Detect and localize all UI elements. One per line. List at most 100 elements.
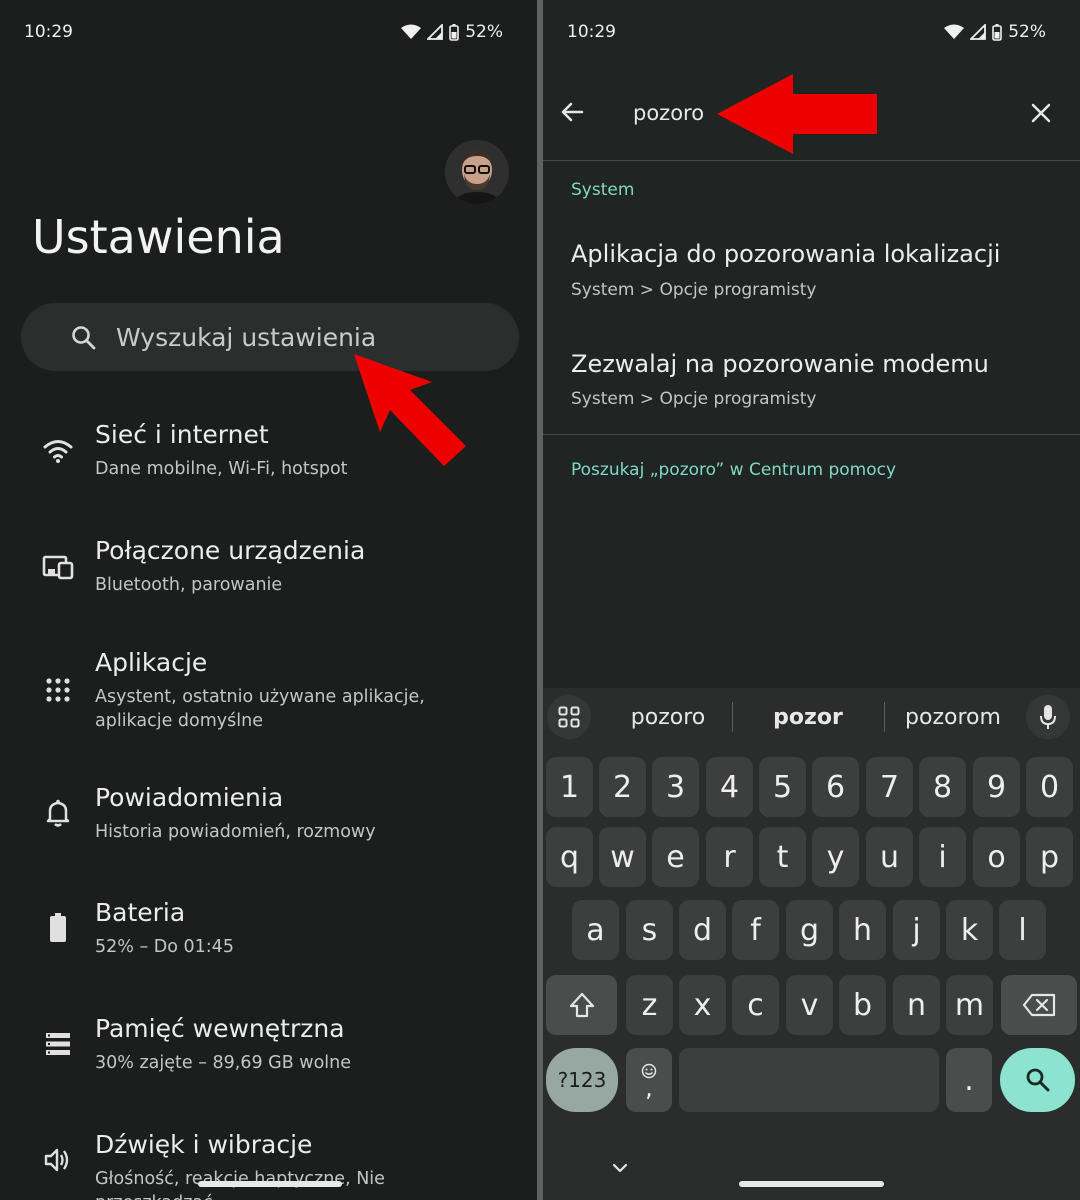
key-2[interactable]: 2 [599,757,646,817]
key-u[interactable]: u [866,827,913,887]
settings-item-subtitle: 52% – Do 01:45 [95,937,234,957]
settings-item-subtitle: Bluetooth, parowanie [95,575,283,595]
status-time: 10:29 [567,22,616,42]
key-a[interactable]: a [572,900,619,960]
settings-item-storage[interactable]: Pamięć wewnętrzna 30% zajęte – 89,69 GB … [0,1014,537,1124]
result-path: System > Opcje programisty [571,280,817,300]
search-icon [1026,1068,1049,1092]
settings-item-subtitle: 30% zajęte – 89,69 GB wolne [95,1053,352,1073]
bell-icon [42,797,74,829]
search-results-screen: 10:29 52% pozoro System Aplikacja do poz… [543,0,1080,1200]
search-query-input[interactable]: pozoro [633,101,704,125]
key-6[interactable]: 6 [812,757,859,817]
backspace-icon [1022,993,1056,1017]
signal-icon [427,24,444,40]
wifi-status-icon [401,24,422,39]
key-y[interactable]: y [812,827,859,887]
signal-icon [970,24,987,40]
key-8[interactable]: 8 [919,757,966,817]
key-v[interactable]: v [786,975,833,1035]
suggestion-chip[interactable]: pozor [743,688,873,746]
result-path: System > Opcje programisty [571,389,817,409]
battery-percent: 52% [465,22,503,42]
result-title: Aplikacja do pozorowania lokalizacji [571,240,1001,268]
search-icon [72,326,96,350]
key-t[interactable]: t [759,827,806,887]
wifi-icon [42,435,74,467]
key-4[interactable]: 4 [706,757,753,817]
chevron-down-icon[interactable] [612,1162,628,1174]
key-1[interactable]: 1 [546,757,593,817]
battery-percent: 52% [1008,22,1046,42]
battery-icon [42,912,74,944]
red-arrow-annotation [354,354,466,466]
gesture-nav-bar[interactable] [198,1181,342,1187]
search-action-key[interactable] [1000,1048,1075,1112]
settings-item-title: Powiadomienia [95,783,284,812]
storage-icon [42,1028,74,1060]
key-r[interactable]: r [706,827,753,887]
key-w[interactable]: w [599,827,646,887]
spacebar-key[interactable] [679,1048,939,1112]
key-0[interactable]: 0 [1026,757,1073,817]
settings-item-notifications[interactable]: Powiadomienia Historia powiadomień, rozm… [0,783,537,893]
settings-item-sound[interactable]: Dźwięk i wibracje Głośność, reakcje hapt… [0,1130,537,1200]
suggestion-chip[interactable]: pozoro [603,688,733,746]
key-o[interactable]: o [973,827,1020,887]
suggestion-chip[interactable]: pozorom [888,688,1018,746]
divider [543,434,1080,435]
key-x[interactable]: x [679,975,726,1035]
battery-status-icon [992,23,1003,41]
period-key[interactable]: . [946,1048,992,1112]
key-d[interactable]: d [679,900,726,960]
comma-label: , [645,1074,653,1102]
suggestion-separator [732,702,733,732]
key-i[interactable]: i [919,827,966,887]
key-e[interactable]: e [652,827,699,887]
status-icons: 52% [944,22,1046,42]
key-9[interactable]: 9 [973,757,1020,817]
gesture-nav-bar[interactable] [739,1181,884,1187]
settings-item-subtitle: Asystent, ostatnio używane aplikacje, ap… [95,687,425,731]
keyboard-menu-grid-icon[interactable] [547,695,591,739]
key-h[interactable]: h [839,900,886,960]
status-icons: 52% [401,22,503,42]
suggestion-separator [884,702,885,732]
key-l[interactable]: l [999,900,1046,960]
key-n[interactable]: n [893,975,940,1035]
back-arrow-icon[interactable] [560,100,584,124]
result-title: Zezwalaj na pozorowanie modemu [571,350,989,378]
key-c[interactable]: c [732,975,779,1035]
symbols-key[interactable]: ?123 [546,1048,618,1112]
settings-item-title: Dźwięk i wibracje [95,1130,313,1159]
results-section-header: System [571,180,635,200]
key-k[interactable]: k [946,900,993,960]
settings-item-connected-devices[interactable]: Połączone urządzenia Bluetooth, parowani… [0,536,537,646]
key-j[interactable]: j [893,900,940,960]
wifi-status-icon [944,24,965,39]
key-f[interactable]: f [732,900,779,960]
key-b[interactable]: b [839,975,886,1035]
settings-item-apps[interactable]: Aplikacje Asystent, ostatnio używane apl… [0,648,537,758]
battery-status-icon [449,23,460,41]
status-time: 10:29 [24,22,73,42]
key-g[interactable]: g [786,900,833,960]
settings-item-title: Aplikacje [95,648,208,677]
emoji-comma-key[interactable]: , [626,1048,672,1112]
close-icon[interactable] [1031,103,1051,123]
backspace-key[interactable] [1001,975,1077,1035]
key-3[interactable]: 3 [652,757,699,817]
settings-item-battery[interactable]: Bateria 52% – Do 01:45 [0,898,537,1008]
key-5[interactable]: 5 [759,757,806,817]
key-q[interactable]: q [546,827,593,887]
key-z[interactable]: z [626,975,673,1035]
help-center-link[interactable]: Poszukaj „pozoro” w Centrum pomocy [571,460,896,480]
microphone-icon[interactable] [1026,695,1070,739]
key-p[interactable]: p [1026,827,1073,887]
key-s[interactable]: s [626,900,673,960]
shift-key[interactable] [546,975,617,1035]
key-7[interactable]: 7 [866,757,913,817]
key-m[interactable]: m [946,975,993,1035]
apps-grid-icon [42,674,74,706]
avatar[interactable] [445,140,509,204]
